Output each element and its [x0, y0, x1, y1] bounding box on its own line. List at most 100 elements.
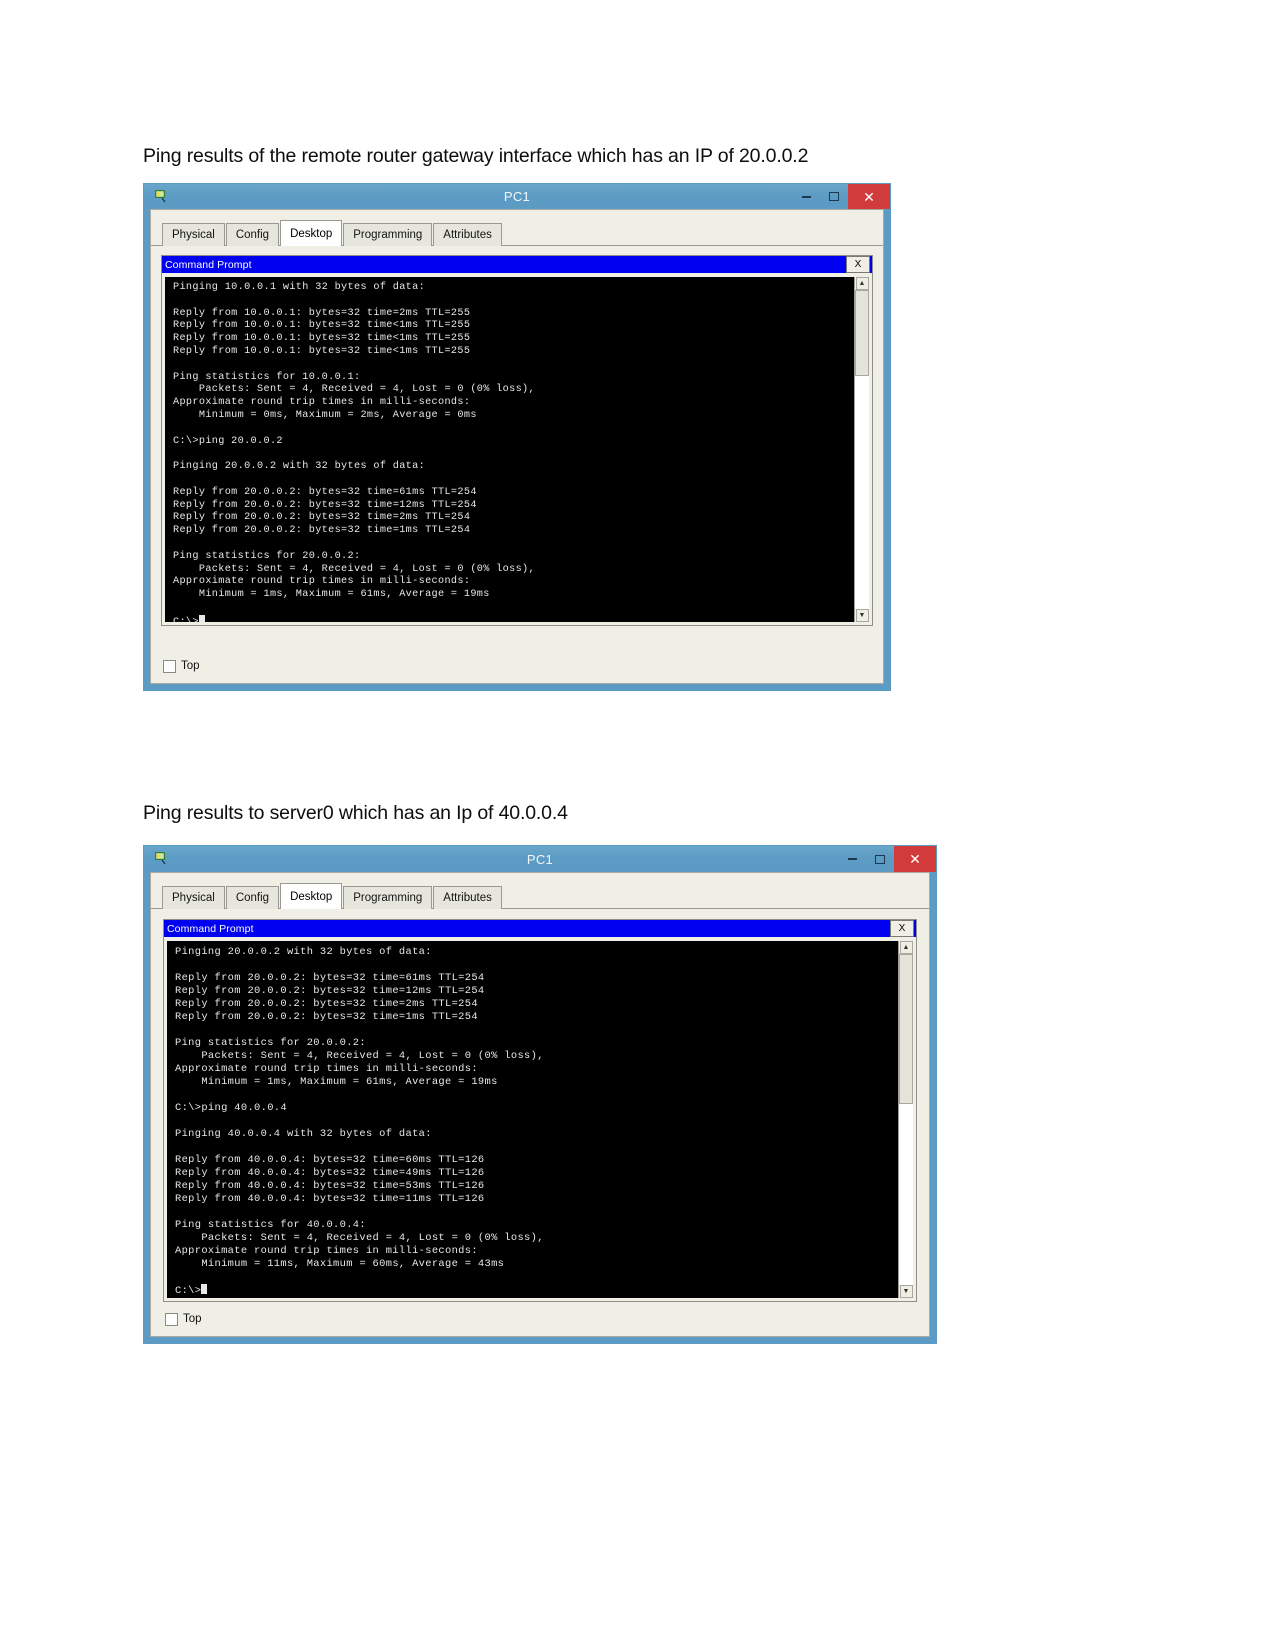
- terminal-line: Reply from 10.0.0.1: bytes=32 time<1ms T…: [173, 345, 471, 357]
- command-prompt-panel: Command Prompt X Pinging 10.0.0.1 with 3…: [161, 255, 873, 626]
- page-heading-1: Ping results of the remote router gatewa…: [143, 145, 809, 167]
- terminal-line: Minimum = 0ms, Maximum = 2ms, Average = …: [173, 409, 477, 421]
- tab-programming[interactable]: Programming: [343, 886, 433, 909]
- terminal-line: C:\>ping 20.0.0.2: [173, 435, 283, 447]
- command-prompt-titlebar: Command Prompt X: [164, 920, 916, 937]
- page-heading-2: Ping results to server0 which has an Ip …: [143, 802, 568, 824]
- scrollbar-track[interactable]: [899, 954, 913, 1285]
- terminal-line: Approximate round trip times in milli-se…: [175, 1245, 478, 1258]
- terminal-line: Pinging 20.0.0.2 with 32 bytes of data:: [175, 946, 432, 958]
- window-footer: Top: [151, 1302, 929, 1336]
- close-button[interactable]: ✕: [848, 184, 890, 209]
- scroll-down-arrow-icon[interactable]: ▼: [899, 1285, 913, 1298]
- tab-desktop[interactable]: Desktop: [280, 220, 343, 246]
- terminal-line: Pinging 20.0.0.2 with 32 bytes of data:: [173, 461, 426, 473]
- tab-physical[interactable]: Physical: [162, 886, 225, 909]
- packet-tracer-pc-icon: [152, 188, 168, 204]
- terminal-cursor: [198, 614, 205, 622]
- terminal-line: Reply from 10.0.0.1: bytes=32 time<1ms T…: [173, 320, 471, 332]
- terminal-output[interactable]: Pinging 10.0.0.1 with 32 bytes of data: R…: [165, 277, 854, 622]
- window-footer: Top: [151, 649, 883, 683]
- terminal-line: Reply from 10.0.0.1: bytes=32 time=2ms T…: [173, 307, 471, 319]
- terminal-line: Reply from 40.0.0.4: bytes=32 time=53ms …: [175, 1180, 485, 1193]
- terminal-line: C:\>ping 40.0.0.4: [175, 1102, 287, 1115]
- tab-desktop[interactable]: Desktop: [280, 883, 343, 909]
- terminal-line: Packets: Sent = 4, Received = 4, Lost = …: [175, 1050, 544, 1063]
- window-titlebar[interactable]: PC1 ✕: [144, 184, 890, 209]
- window-controls: ✕: [838, 846, 936, 872]
- pc1-window-second: PC1 ✕ Physical Config Desktop Programmin…: [143, 845, 937, 1344]
- document-page: Ping results of the remote router gatewa…: [0, 0, 1275, 1650]
- terminal-line: Reply from 20.0.0.2: bytes=32 time=2ms T…: [175, 998, 478, 1011]
- tab-config[interactable]: Config: [225, 223, 280, 246]
- close-button[interactable]: ✕: [894, 846, 936, 872]
- terminal-scrollbar[interactable]: ▲ ▼: [898, 941, 913, 1298]
- minimize-button[interactable]: [838, 846, 866, 872]
- top-checkbox-label: Top: [183, 1313, 202, 1325]
- pc1-window-first: PC1 ✕ Physical Config Desktop Programmin…: [143, 183, 891, 691]
- terminal-line: Packets: Sent = 4, Received = 4, Lost = …: [173, 563, 535, 575]
- terminal-line: Reply from 20.0.0.2: bytes=32 time=12ms …: [175, 984, 485, 997]
- maximize-button[interactable]: [866, 846, 894, 872]
- tab-bar: Physical Config Desktop Programming Attr…: [151, 873, 929, 909]
- scroll-up-arrow-icon[interactable]: ▲: [855, 277, 869, 290]
- command-prompt-panel: Command Prompt X Pinging 20.0.0.2 with 3…: [163, 919, 917, 1302]
- scrollbar-thumb[interactable]: [855, 290, 869, 376]
- terminal-line: Ping statistics for 10.0.0.1:: [173, 371, 361, 383]
- terminal-area: Pinging 10.0.0.1 with 32 bytes of data: R…: [162, 273, 872, 625]
- scrollbar-track[interactable]: [855, 290, 869, 609]
- terminal-line: Ping statistics for 40.0.0.4:: [175, 1219, 366, 1232]
- terminal-output[interactable]: Pinging 20.0.0.2 with 32 bytes of data: R…: [167, 941, 898, 1298]
- tab-attributes[interactable]: Attributes: [433, 886, 502, 909]
- terminal-line: Packets: Sent = 4, Received = 4, Lost = …: [175, 1232, 544, 1245]
- terminal-line: Minimum = 1ms, Maximum = 61ms, Average =…: [175, 1076, 498, 1089]
- top-checkbox[interactable]: [165, 1312, 178, 1326]
- terminal-line: Pinging 40.0.0.4 with 32 bytes of data:: [175, 1128, 432, 1141]
- terminal-scrollbar[interactable]: ▲ ▼: [854, 277, 869, 622]
- command-prompt-titlebar: Command Prompt X: [162, 256, 872, 273]
- terminal-line: Approximate round trip times in milli-se…: [173, 397, 471, 409]
- window-title: PC1: [526, 851, 554, 867]
- scrollbar-thumb[interactable]: [899, 954, 913, 1104]
- terminal-line: Minimum = 1ms, Maximum = 61ms, Average =…: [173, 589, 490, 601]
- tab-physical[interactable]: Physical: [162, 223, 225, 246]
- tab-config[interactable]: Config: [225, 886, 280, 909]
- command-prompt-title: Command Prompt: [165, 258, 252, 271]
- terminal-line: Pinging 10.0.0.1 with 32 bytes of data:: [173, 282, 426, 293]
- minimize-button[interactable]: [792, 184, 820, 209]
- tab-attributes[interactable]: Attributes: [433, 223, 502, 246]
- top-checkbox[interactable]: [163, 659, 176, 673]
- terminal-line: Reply from 40.0.0.4: bytes=32 time=11ms …: [175, 1193, 485, 1206]
- window-title: PC1: [503, 189, 531, 204]
- terminal-line: Reply from 20.0.0.2: bytes=32 time=2ms T…: [173, 512, 471, 524]
- terminal-line: Ping statistics for 20.0.0.2:: [175, 1037, 366, 1050]
- maximize-button[interactable]: [820, 184, 848, 209]
- terminal-line: Reply from 20.0.0.2: bytes=32 time=61ms …: [175, 971, 485, 984]
- terminal-cursor: [201, 1284, 208, 1295]
- terminal-line: Reply from 20.0.0.2: bytes=32 time=12ms …: [173, 499, 477, 511]
- tab-programming[interactable]: Programming: [343, 223, 433, 246]
- scroll-up-arrow-icon[interactable]: ▲: [899, 941, 913, 954]
- packet-tracer-pc-icon: [152, 850, 168, 866]
- scroll-down-arrow-icon[interactable]: ▼: [855, 609, 869, 622]
- terminal-line: Reply from 20.0.0.2: bytes=32 time=1ms T…: [175, 1011, 478, 1024]
- window-titlebar[interactable]: PC1 ✕: [144, 846, 936, 872]
- terminal-line: Reply from 20.0.0.2: bytes=32 time=61ms …: [173, 486, 477, 498]
- command-prompt-close-button[interactable]: X: [846, 256, 870, 273]
- terminal-line: C:\>: [175, 1284, 898, 1298]
- terminal-line: Reply from 10.0.0.1: bytes=32 time<1ms T…: [173, 333, 471, 345]
- command-prompt-close-button[interactable]: X: [890, 920, 914, 937]
